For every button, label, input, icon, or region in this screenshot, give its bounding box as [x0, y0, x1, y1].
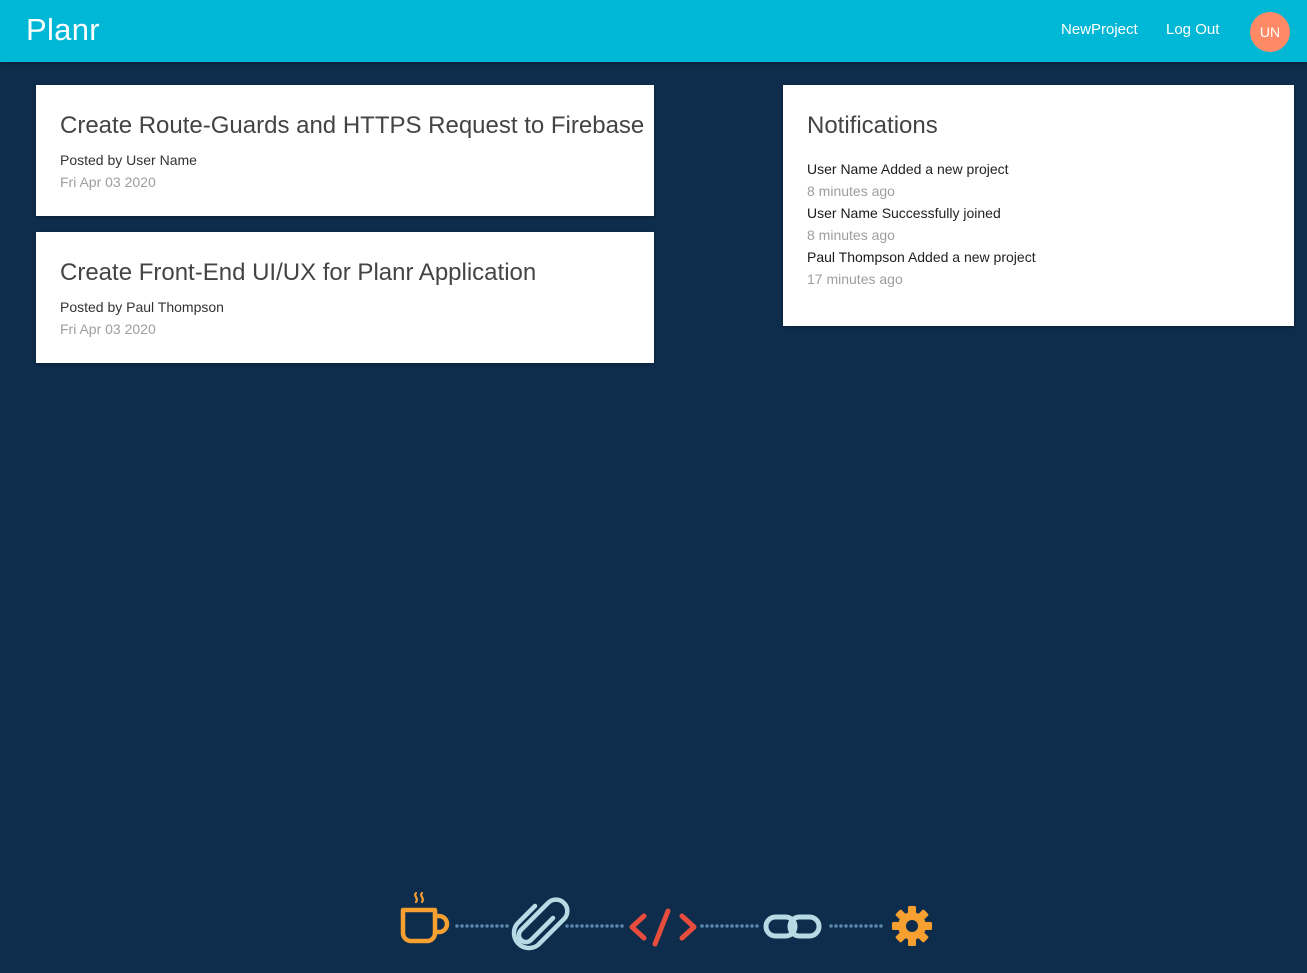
notifications-title: Notifications [807, 112, 938, 139]
project-card[interactable]: Create Front-End UI/UX for Planr Applica… [36, 232, 654, 363]
notification-user: Paul Thompson [807, 249, 905, 265]
notification-time: 17 minutes ago [807, 271, 903, 287]
gear-icon [892, 906, 932, 946]
notification-text: User Name Successfully joined [807, 202, 1036, 224]
project-date: Fri Apr 03 2020 [60, 321, 156, 337]
project-author: Posted by Paul Thompson [60, 299, 224, 315]
notifications-panel: Notifications User Name Added a new proj… [783, 85, 1294, 326]
project-title: Create Front-End UI/UX for Planr Applica… [60, 259, 537, 286]
footer-icon-strip [395, 888, 940, 958]
project-author: Posted by User Name [60, 152, 197, 168]
notification-item: Paul Thompson Added a new project 17 min… [807, 246, 1036, 290]
notification-time: 8 minutes ago [807, 183, 895, 199]
notification-user: User Name [807, 161, 878, 177]
chain-link-icon [763, 914, 822, 939]
new-project-link[interactable]: NewProject [1061, 21, 1138, 38]
user-avatar[interactable]: UN [1250, 12, 1290, 52]
log-out-link[interactable]: Log Out [1166, 21, 1219, 38]
notification-time: 8 minutes ago [807, 227, 895, 243]
notifications-list: User Name Added a new project 8 minutes … [807, 158, 1036, 290]
notification-user: User Name [807, 205, 878, 221]
notification-item: User Name Successfully joined 8 minutes … [807, 202, 1036, 246]
code-icon [629, 908, 697, 947]
top-navbar: Planr NewProject Log Out UN [0, 0, 1307, 62]
brand-logo[interactable]: Planr [26, 12, 100, 48]
project-date: Fri Apr 03 2020 [60, 174, 156, 190]
paperclip-icon [511, 897, 570, 951]
project-card[interactable]: Create Route-Guards and HTTPS Request to… [36, 85, 654, 216]
notification-action: Added a new project [907, 249, 1036, 265]
notification-action: Successfully joined [881, 205, 1001, 221]
notification-text: Paul Thompson Added a new project [807, 246, 1036, 268]
project-title: Create Route-Guards and HTTPS Request to… [60, 112, 645, 139]
notification-action: Added a new project [880, 161, 1009, 177]
notification-text: User Name Added a new project [807, 158, 1036, 180]
coffee-cup-icon [400, 891, 450, 944]
notification-item: User Name Added a new project 8 minutes … [807, 158, 1036, 202]
